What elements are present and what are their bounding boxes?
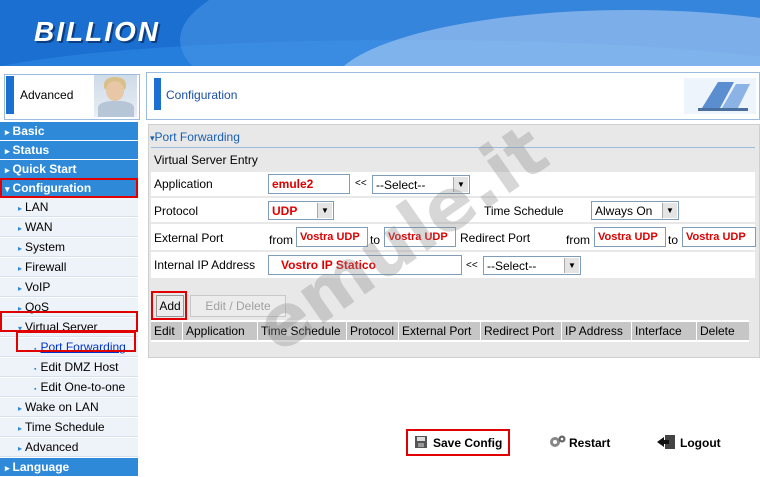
nav-basic[interactable]: ▸ Basic	[0, 122, 138, 140]
protocol-select[interactable]: UDP ▼	[268, 201, 334, 220]
internal-ip-select[interactable]: --Select-- ▼	[483, 256, 581, 275]
advanced-label: Advanced	[20, 88, 74, 102]
col-protocol: Protocol	[347, 322, 398, 340]
highlight-configuration	[0, 178, 138, 198]
nav-edit-one-to-one[interactable]: ▪ Edit One-to-one	[0, 378, 138, 397]
nav-quick-start[interactable]: ▸ Quick Start	[0, 160, 138, 178]
external-port-label: External Port	[154, 231, 224, 245]
time-schedule-select[interactable]: Always On ▼	[591, 201, 679, 220]
chevron-down-icon: ▼	[317, 203, 332, 218]
save-icon	[415, 436, 427, 448]
sidebar-nav: ▸ Basic ▸ Status ▸ Quick Start ▾ Configurati…	[0, 122, 138, 477]
redirect-to-label: to	[668, 233, 679, 247]
arrow-right-icon: ▸	[18, 284, 23, 293]
col-edit: Edit	[151, 322, 182, 340]
redirect-port-from-input[interactable]: Vostra UDP	[594, 227, 666, 247]
chevron-down-icon: ▼	[662, 203, 677, 218]
chairs-image	[684, 78, 756, 114]
nav-lan[interactable]: ▸ LAN	[0, 198, 138, 217]
restart-icon	[550, 435, 566, 447]
redirect-from-label: from	[566, 233, 590, 247]
col-ip-address: IP Address	[562, 322, 631, 340]
restart-button[interactable]: Restart	[569, 435, 610, 451]
nav-language[interactable]: ▸ Language	[0, 458, 138, 476]
section-title: ▾Port Forwarding	[150, 130, 240, 144]
nav-wan[interactable]: ▸ WAN	[0, 218, 138, 237]
bullet-icon: ▪	[34, 386, 37, 393]
config-accent-bar	[154, 78, 161, 110]
advanced-accent-bar	[6, 76, 14, 114]
arrow-right-icon: ▸	[5, 127, 10, 137]
brand-logo: BILLION	[34, 16, 160, 47]
arrow-right-icon: ▸	[5, 165, 10, 175]
nav-time-schedule[interactable]: ▸ Time Schedule	[0, 418, 138, 437]
col-interface: Interface	[632, 322, 696, 340]
divider	[151, 147, 755, 148]
col-external-port: External Port	[399, 322, 480, 340]
nav-firewall[interactable]: ▸ Firewall	[0, 258, 138, 277]
arrow-right-icon: ▸	[18, 404, 23, 413]
arrow-right-icon: ▸	[18, 264, 23, 273]
col-delete: Delete	[697, 322, 749, 340]
external-from-label: from	[269, 233, 293, 247]
arrow-right-icon: ▸	[5, 146, 10, 156]
arrow-label: <<	[466, 260, 478, 271]
nav-system[interactable]: ▸ System	[0, 238, 138, 257]
save-config-button[interactable]: Save Config	[433, 435, 502, 451]
arrow-label: <<	[355, 178, 367, 189]
internal-ip-label: Internal IP Address	[154, 258, 256, 272]
arrow-right-icon: ▸	[18, 224, 23, 233]
nav-status[interactable]: ▸ Status	[0, 141, 138, 159]
highlight-add	[151, 291, 187, 320]
arrow-right-icon: ▸	[18, 244, 23, 253]
nav-edit-dmz-host[interactable]: ▪ Edit DMZ Host	[0, 358, 138, 377]
protocol-label: Protocol	[154, 204, 199, 218]
nav-advanced[interactable]: ▸ Advanced	[0, 438, 138, 457]
highlight-port-forwarding	[16, 331, 136, 352]
nav-wake-on-lan[interactable]: ▸ Wake on LAN	[0, 398, 138, 417]
redirect-port-to-input[interactable]: Vostra UDP	[682, 227, 756, 247]
nav-voip[interactable]: ▸ VoIP	[0, 278, 138, 297]
highlight-virtual-server	[0, 311, 138, 332]
chevron-down-icon: ▼	[564, 258, 579, 273]
logout-button[interactable]: Logout	[680, 435, 721, 451]
arrow-right-icon: ▸	[18, 204, 23, 213]
page-title: Configuration	[166, 88, 238, 102]
application-input[interactable]: emule2	[268, 174, 350, 194]
col-redirect-port: Redirect Port	[481, 322, 561, 340]
arrow-right-icon: ▸	[18, 424, 23, 433]
application-label: Application	[154, 177, 213, 191]
arrow-right-icon: ▸	[18, 444, 23, 453]
logout-icon	[657, 435, 675, 449]
user-photo	[94, 75, 137, 117]
arrow-right-icon: ▸	[5, 463, 10, 473]
section-subtitle: Virtual Server Entry	[154, 153, 258, 167]
bullet-icon: ▪	[34, 366, 37, 373]
col-application: Application	[183, 322, 257, 340]
config-title-panel	[146, 72, 760, 120]
